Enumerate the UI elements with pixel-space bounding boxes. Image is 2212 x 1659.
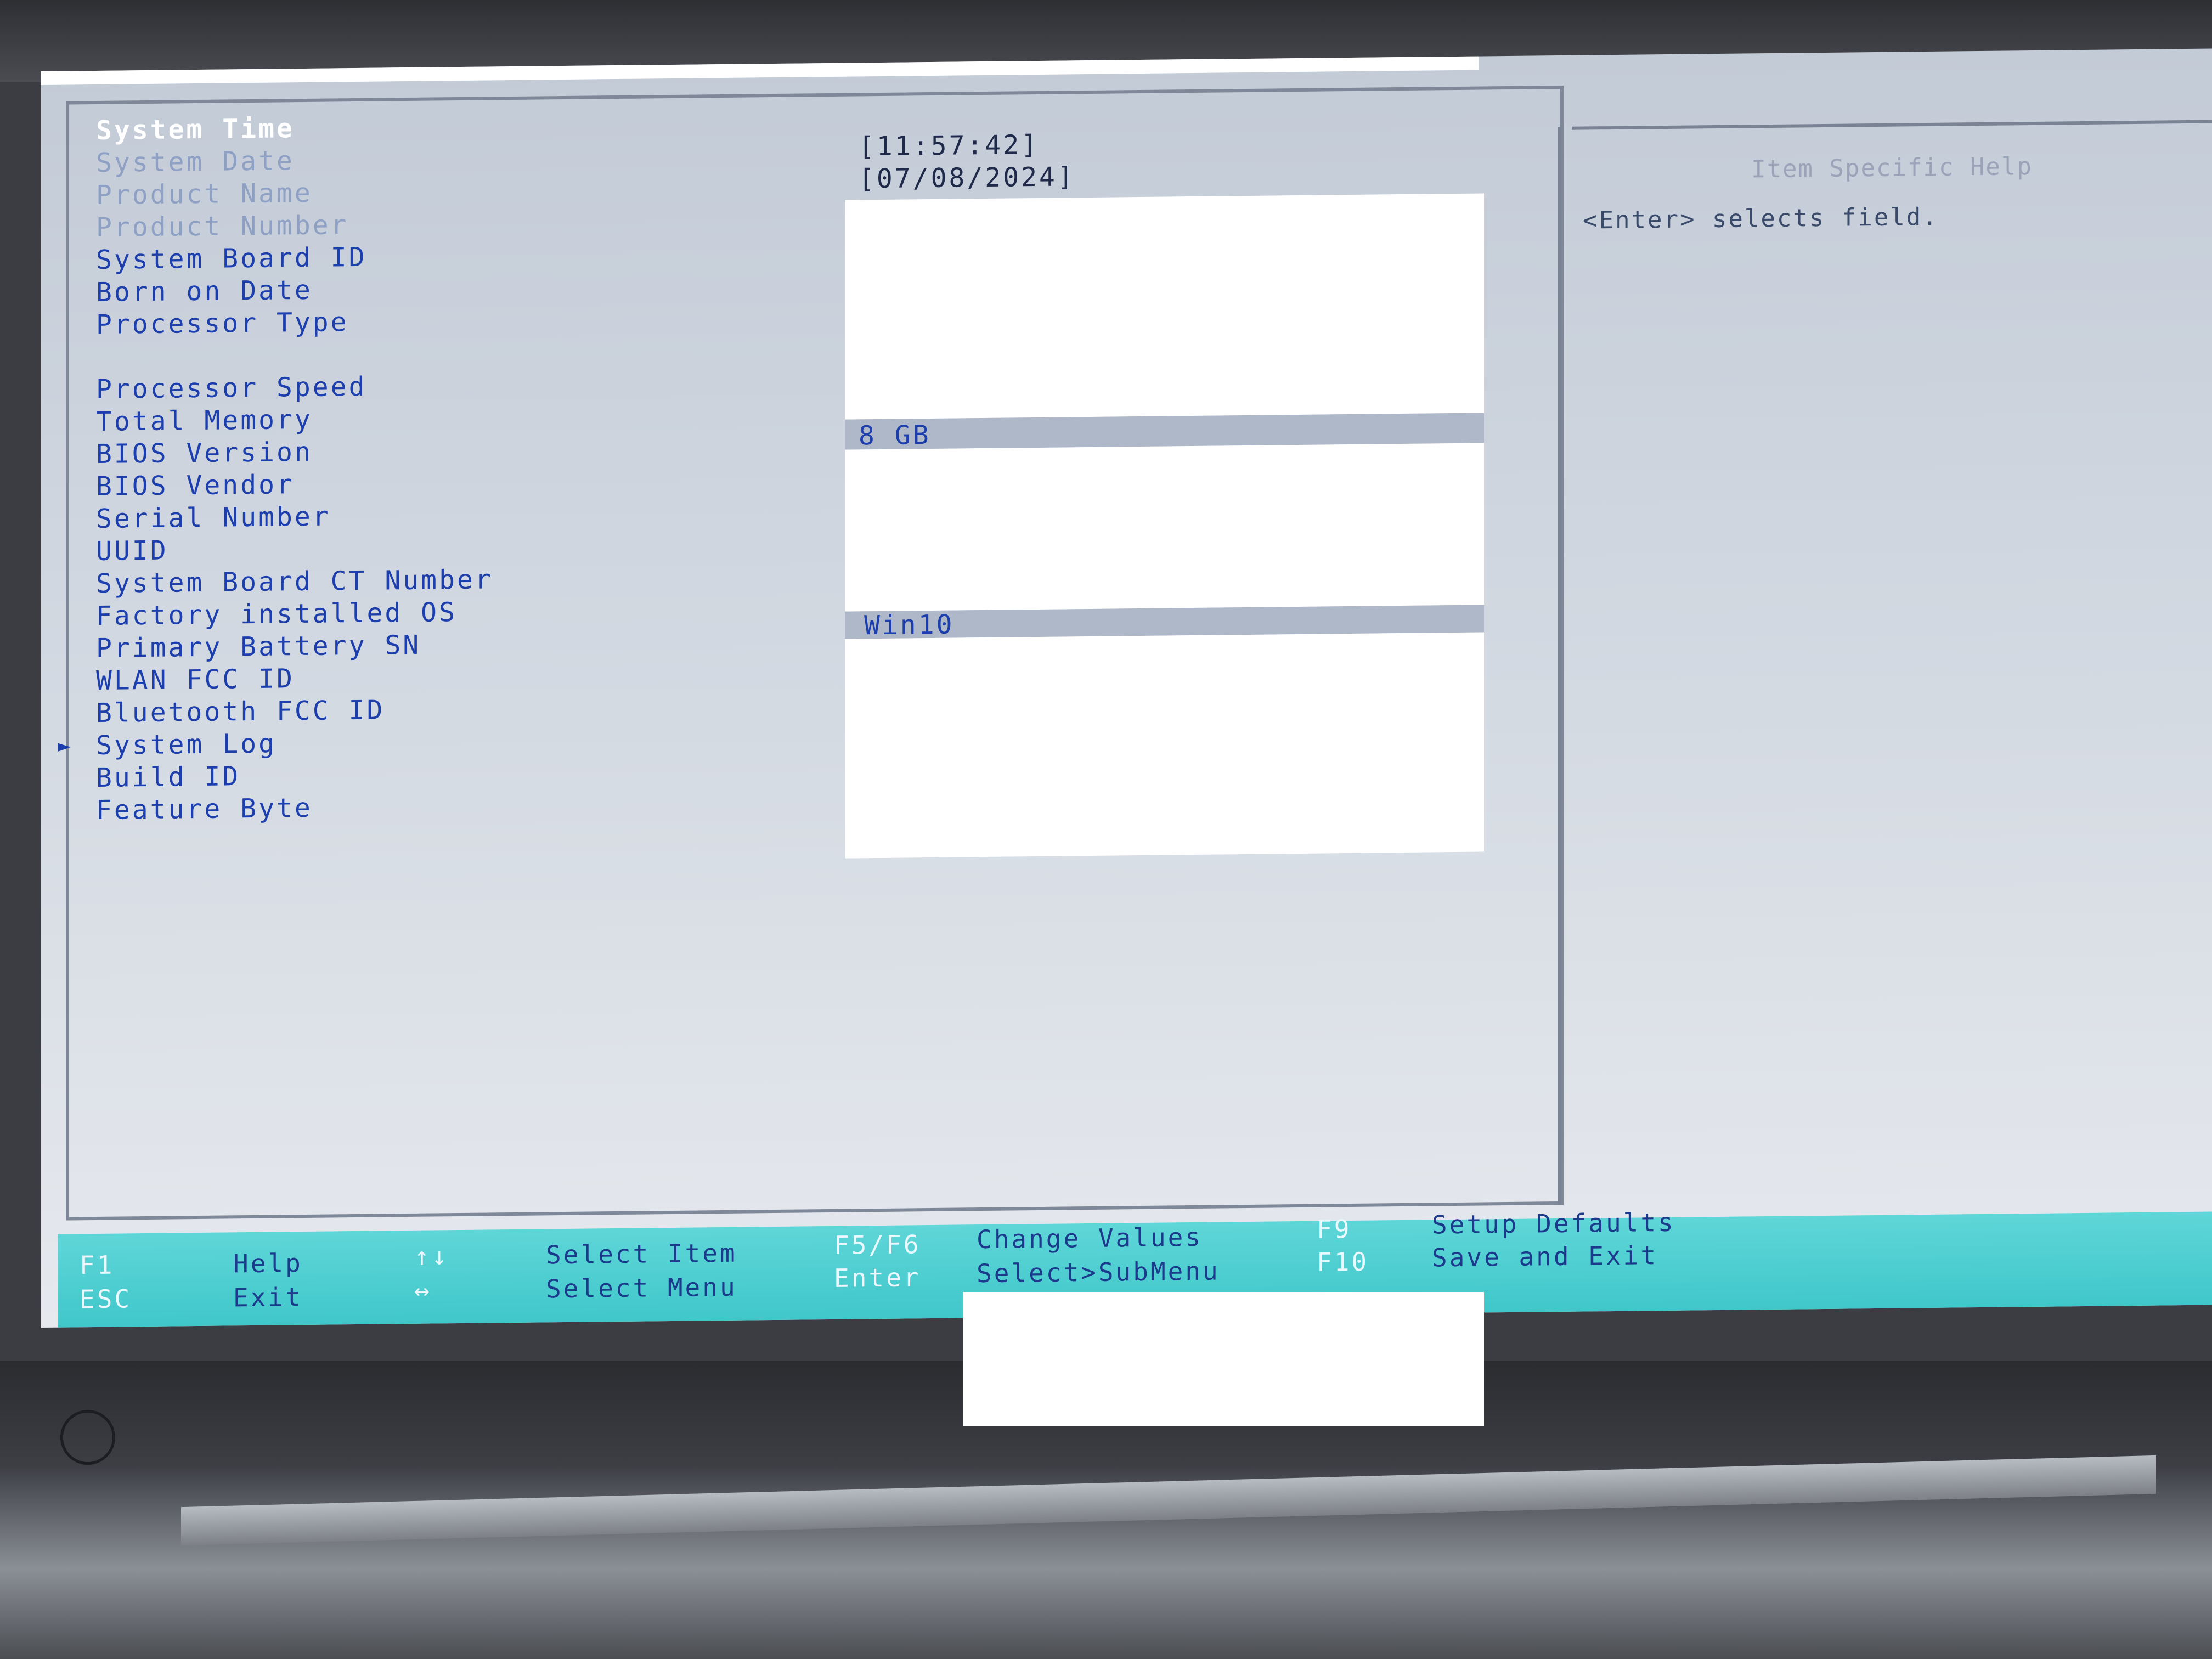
menu-item-bios-version: BIOS Version	[96, 436, 313, 470]
redacted-values-3	[845, 632, 1484, 859]
menu-item-born-on-date: Born on Date	[96, 274, 313, 308]
menu-item-system-log-label: System Log	[96, 728, 276, 761]
menu-item-feature-byte: Feature Byte	[96, 792, 313, 826]
menu-item-processor-type: Processor Type	[96, 307, 349, 340]
menu-item-bluetooth-fcc-id: Bluetooth FCC ID	[96, 695, 385, 729]
f9-key: F9	[1317, 1214, 1352, 1244]
f10-key: F10	[1317, 1246, 1369, 1277]
menu-item-wlan-fcc-id: WLAN FCC ID	[96, 663, 295, 696]
menu-item-product-number: Product Number	[96, 210, 349, 243]
menu-item-factory-installed-os: Factory installed OS	[96, 597, 457, 631]
submenu-arrow-icon: ►	[58, 733, 74, 759]
select-menu-hint: Select Menu	[546, 1272, 737, 1304]
menu-list: System Time System Date Product Name Pro…	[58, 110, 493, 827]
enter-key: Enter	[834, 1262, 921, 1293]
esc-key: ESC	[80, 1284, 132, 1314]
help-hint: Help	[233, 1248, 303, 1279]
redacted-values-1	[845, 193, 1484, 420]
system-time-value[interactable]: [11:57:42]	[859, 129, 1039, 162]
change-values-hint: Change Values	[977, 1222, 1203, 1255]
leftright-arrows-icon: ↔	[414, 1275, 432, 1305]
menu-item-bios-vendor: BIOS Vendor	[96, 469, 295, 502]
panel-divider	[1558, 126, 1561, 1205]
menu-item-processor-speed: Processor Speed	[96, 371, 367, 405]
menu-item-serial-number: Serial Number	[96, 501, 331, 534]
help-title: Item Specific Help	[1751, 152, 2033, 184]
menu-item-build-id: Build ID	[96, 761, 241, 793]
f5f6-key: F5/F6	[834, 1229, 921, 1260]
redacted-values-2	[845, 443, 1484, 612]
select-submenu-hint: Select>SubMenu	[977, 1256, 1220, 1289]
menu-item-system-log[interactable]: ► System Log	[58, 725, 493, 762]
power-indicator-icon	[60, 1410, 115, 1465]
menu-item-system-date[interactable]: System Date	[96, 143, 493, 179]
redacted-bottom	[963, 1292, 1484, 1426]
system-date-value[interactable]: [07/08/2024]	[859, 161, 1075, 194]
f1-key: F1	[80, 1250, 115, 1280]
menu-item-system-board-ct-number: System Board CT Number	[96, 564, 493, 599]
setup-defaults-hint: Setup Defaults	[1432, 1207, 1675, 1240]
menu-spacer	[96, 337, 493, 374]
menu-item-product-name: Product Name	[96, 177, 313, 211]
item-specific-help-panel: Item Specific Help <Enter> selects field…	[1572, 120, 2212, 1205]
total-memory-value: 8 GB	[859, 420, 931, 452]
menu-item-system-time[interactable]: System Time	[96, 110, 493, 147]
exit-hint: Exit	[233, 1282, 303, 1313]
menu-item-primary-battery-sn: Primary Battery SN	[96, 629, 421, 664]
menu-item-uuid: UUID	[96, 535, 168, 567]
factory-os-value: Win10	[864, 609, 955, 641]
bios-screen: System Time System Date Product Name Pro…	[41, 48, 2212, 1328]
menu-item-total-memory: Total Memory	[96, 404, 313, 437]
updown-arrows-icon: ↑↓	[414, 1241, 449, 1271]
menu-item-system-board-id: System Board ID	[96, 241, 367, 275]
save-exit-hint: Save and Exit	[1432, 1240, 1658, 1273]
help-text: <Enter> selects field.	[1583, 202, 1939, 235]
select-item-hint: Select Item	[546, 1238, 737, 1270]
